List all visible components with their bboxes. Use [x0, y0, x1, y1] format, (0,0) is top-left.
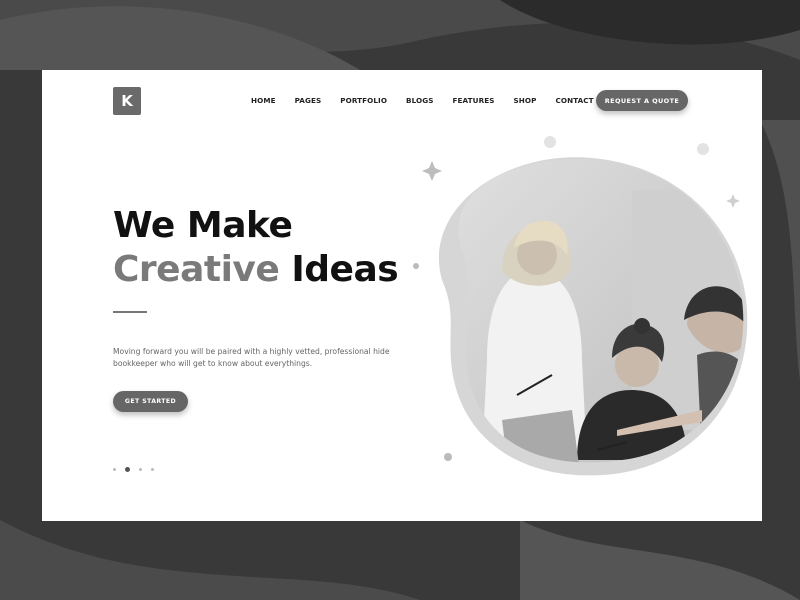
hero-title-rest: Ideas — [291, 249, 399, 290]
title-divider — [113, 311, 147, 313]
landing-page-card: K HOME PAGES PORTFOLIO BLOGS FEATURES SH… — [42, 70, 762, 521]
nav-features[interactable]: FEATURES — [453, 96, 495, 105]
brand-logo[interactable]: K — [113, 87, 141, 115]
dot-icon — [697, 143, 709, 155]
hero-title-line1: We Make — [113, 205, 293, 246]
dot-icon — [544, 136, 556, 148]
nav-shop[interactable]: SHOP — [514, 96, 537, 105]
slider-dot[interactable] — [125, 467, 130, 472]
nav-portfolio[interactable]: PORTFOLIO — [340, 96, 387, 105]
request-quote-label: REQUEST A QUOTE — [604, 96, 680, 105]
hero-title: We Make Creative Ideas — [113, 204, 399, 292]
sparkle-icon — [422, 161, 442, 181]
main-navigation: HOME PAGES PORTFOLIO BLOGS FEATURES SHOP… — [251, 96, 613, 105]
nav-home[interactable]: HOME — [251, 96, 276, 105]
sparkle-icon — [726, 194, 740, 208]
dot-icon — [413, 263, 419, 269]
slider-dot[interactable] — [113, 468, 116, 471]
nav-pages[interactable]: PAGES — [295, 96, 322, 105]
hero-illustration — [413, 136, 748, 476]
nav-blogs[interactable]: BLOGS — [406, 96, 434, 105]
logo-letter: K — [121, 92, 133, 110]
nav-contact[interactable]: CONTACT — [556, 96, 594, 105]
hero-description: Moving forward you will be paired with a… — [113, 346, 390, 368]
slider-pagination — [113, 467, 154, 472]
slider-dot[interactable] — [139, 468, 142, 471]
dot-icon — [444, 453, 452, 461]
request-quote-button[interactable]: REQUEST A QUOTE — [596, 90, 688, 111]
hero-title-accent: Creative — [113, 249, 280, 290]
get-started-button[interactable]: GET STARTED — [113, 391, 188, 412]
get-started-label: GET STARTED — [124, 398, 177, 405]
slider-dot[interactable] — [151, 468, 154, 471]
